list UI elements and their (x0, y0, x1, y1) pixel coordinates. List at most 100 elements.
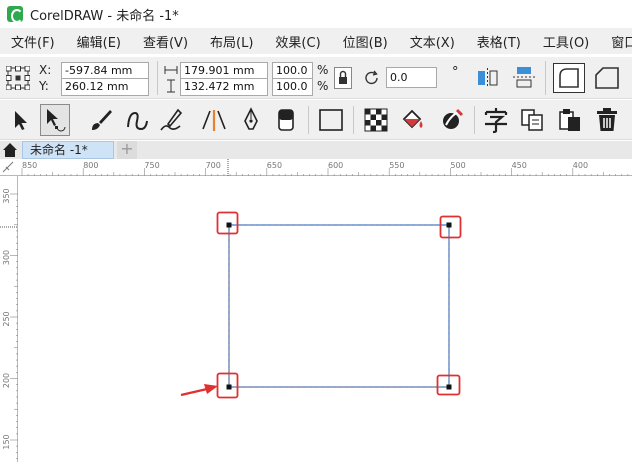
height-input[interactable]: 132.472 mm (180, 78, 268, 96)
mirror-vertical-icon[interactable] (512, 65, 536, 91)
canvas-drawing (180, 211, 462, 399)
freehand-tool[interactable] (86, 104, 116, 136)
eraser-icon (278, 109, 294, 131)
menu-table[interactable]: 表格(T) (477, 32, 521, 51)
menu-file[interactable]: 文件(F) (11, 32, 55, 51)
ruler-origin-icon[interactable] (0, 159, 18, 176)
horizontal-ruler-marks: 850 800 750 700 650 600 550 500 450 400 (21, 159, 629, 176)
annotation-arrow-shaft (180, 387, 208, 397)
document-copy-icon (521, 109, 543, 131)
tab-document[interactable]: 未命名 -1* (22, 141, 114, 159)
menu-layout[interactable]: 布局(L) (210, 32, 253, 51)
dimension-icon (202, 110, 226, 131)
copy-properties-tool[interactable] (517, 104, 547, 136)
divider (157, 61, 158, 95)
text-tool[interactable] (481, 104, 511, 136)
menu-edit[interactable]: 编辑(E) (77, 32, 121, 51)
ruler-label: 700 (206, 161, 221, 170)
ruler-label: 200 (2, 373, 11, 388)
ruler-label: 150 (2, 434, 11, 449)
property-bar: X: Y: -597.84 mm 260.12 mm 179.901 mm 13… (0, 57, 632, 99)
horizontal-ruler[interactable]: 850 800 750 700 650 600 550 500 450 400 (0, 159, 632, 176)
paint-bucket-icon (402, 109, 423, 129)
eraser-tool[interactable] (271, 104, 301, 136)
brush-icon (92, 110, 112, 130)
ruler-label: 450 (512, 161, 527, 170)
node-handle-bottom-right[interactable] (446, 384, 452, 390)
vertical-ruler[interactable]: 350 300 250 200 150 (0, 176, 18, 462)
artistic-pen-icon (160, 108, 183, 131)
ruler-label: 250 (2, 311, 11, 326)
window-title: CorelDRAW - 未命名 -1* (30, 8, 179, 24)
home-icon[interactable] (2, 142, 18, 158)
pen-nib-icon (244, 107, 258, 130)
shape-tool[interactable] (40, 104, 70, 136)
lock-ratio-icon[interactable] (334, 67, 352, 89)
artistic-media-tool[interactable] (157, 104, 187, 136)
pen-tool[interactable] (236, 104, 266, 136)
rectangle-tool[interactable] (316, 104, 346, 136)
ruler-label: 750 (144, 161, 159, 170)
ruler-label: 550 (389, 161, 404, 170)
text-character-icon (484, 108, 508, 134)
round-corner-icon[interactable] (553, 63, 585, 93)
ruler-label: 650 (267, 161, 282, 170)
ruler-label: 500 (450, 161, 465, 170)
pointer-arrow-icon (15, 111, 27, 130)
coreldraw-logo-icon (7, 6, 23, 23)
node-handle-bottom-left[interactable] (226, 384, 232, 390)
drawing-canvas[interactable] (19, 177, 632, 462)
percent-label: % (317, 79, 329, 93)
eyedropper-tool[interactable] (437, 104, 467, 136)
paste-tool[interactable] (555, 104, 585, 136)
ruler-label: 350 (2, 188, 11, 203)
menu-bitmaps[interactable]: 位图(B) (343, 32, 388, 51)
ruler-label: 800 (83, 161, 98, 170)
percent-label: % (317, 63, 329, 77)
curve-tool[interactable] (122, 104, 152, 136)
pick-tool[interactable] (5, 104, 35, 136)
ruler-label: 300 (2, 250, 11, 265)
node-handle-top-right[interactable] (446, 222, 452, 228)
eyedropper-icon (443, 108, 464, 129)
menu-effects[interactable]: 效果(C) (275, 32, 320, 51)
toolbox (0, 100, 632, 140)
menu-text[interactable]: 文本(X) (410, 32, 455, 51)
toolbox-separator (474, 106, 475, 134)
ruler-label: 850 (22, 161, 37, 170)
dimension-tool[interactable] (199, 104, 229, 136)
curve-icon (127, 111, 148, 131)
clipboard-icon (559, 109, 580, 131)
toolbox-separator (353, 106, 354, 134)
rectangle-shape[interactable] (228, 224, 450, 388)
height-icon (167, 79, 175, 93)
checkerboard-icon (364, 108, 388, 132)
reference-point-icon[interactable] (6, 66, 30, 90)
add-tab-button[interactable]: + (117, 141, 137, 159)
fill-tool[interactable] (398, 104, 428, 136)
vertical-ruler-marks: 350 300 250 200 150 (0, 188, 18, 459)
rotation-input[interactable]: 0.0 (386, 67, 437, 88)
rectangle-icon (319, 109, 343, 131)
ruler-label: 400 (573, 161, 588, 170)
toolbox-separator (308, 106, 309, 134)
menu-bar: 文件(F) 编辑(E) 查看(V) 布局(L) 效果(C) 位图(B) 文本(X… (0, 28, 632, 54)
width-icon (164, 66, 178, 74)
scale-height-input[interactable]: 100.0 (272, 78, 313, 96)
y-label: Y: (39, 79, 49, 93)
mirror-horizontal-icon[interactable] (476, 67, 500, 89)
title-bar: CorelDRAW - 未命名 -1* (0, 0, 632, 28)
delete-tool[interactable] (592, 104, 622, 136)
menu-view[interactable]: 查看(V) (143, 32, 188, 51)
shape-tool-icon (47, 109, 66, 132)
transparency-tool[interactable] (361, 104, 391, 136)
y-position-input[interactable]: 260.12 mm (61, 78, 149, 96)
x-label: X: (39, 63, 52, 77)
rotate-icon (365, 70, 378, 85)
annotation-arrow-head (204, 384, 218, 394)
rectangle-outline-overlay (228, 224, 450, 388)
menu-tools[interactable]: 工具(O) (543, 32, 589, 51)
chamfer-corner-icon[interactable] (593, 65, 621, 91)
node-handle-top-left[interactable] (226, 222, 232, 228)
menu-window[interactable]: 窗口(W) (611, 32, 632, 51)
